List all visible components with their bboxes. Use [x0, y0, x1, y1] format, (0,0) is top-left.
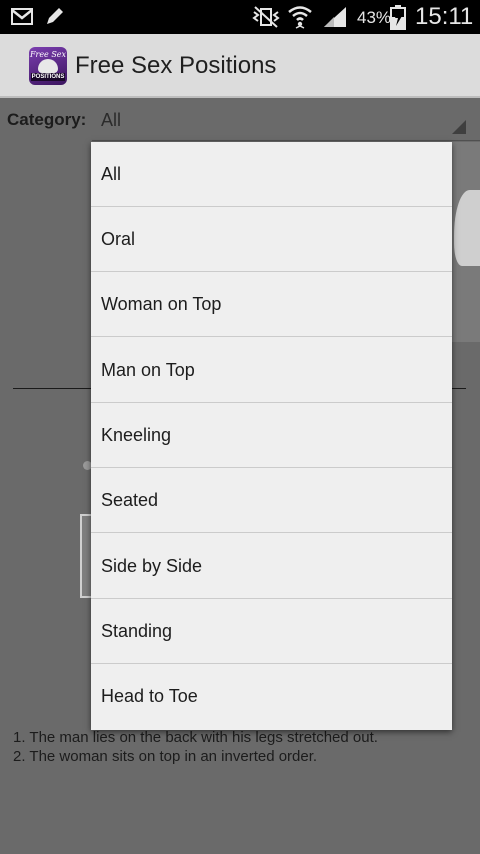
category-spinner-underline: [92, 140, 480, 141]
dropdown-option-head-to-toe[interactable]: Head to Toe: [91, 664, 452, 729]
clock: 15:11: [415, 3, 474, 30]
dropdown-option-label: Oral: [101, 229, 136, 249]
category-spinner-value[interactable]: All: [101, 110, 121, 131]
dropdown-option-label: Seated: [101, 490, 159, 510]
dropdown-option-label: Man on Top: [101, 360, 195, 380]
dropdown-option-label: Woman on Top: [101, 294, 222, 314]
pencil-icon: [44, 5, 66, 32]
mute-vibrate-icon: [250, 6, 282, 33]
dropdown-option-standing[interactable]: Standing: [91, 599, 452, 664]
app-logo-text-top: Free Sex: [29, 50, 67, 59]
category-label: Category:: [7, 110, 87, 129]
dropdown-option-all[interactable]: All: [91, 142, 452, 207]
category-dropdown: All Oral Woman on Top Man on Top Kneelin…: [91, 142, 452, 730]
gmail-icon: [11, 8, 33, 30]
dropdown-option-oral[interactable]: Oral: [91, 207, 452, 272]
dropdown-option-label: Head to Toe: [101, 686, 198, 706]
app-logo-text-bottom: POSITIONS: [31, 73, 65, 81]
battery-icon: [390, 4, 406, 35]
dropdown-option-woman-on-top[interactable]: Woman on Top: [91, 272, 452, 337]
wifi-icon: [287, 4, 313, 35]
app-title: Free Sex Positions: [75, 52, 277, 79]
status-bar: 43% 15:11: [0, 0, 480, 34]
signal-icon: [322, 6, 348, 33]
spinner-arrow-icon[interactable]: [452, 120, 466, 134]
dropdown-option-man-on-top[interactable]: Man on Top: [91, 338, 452, 403]
dropdown-option-kneeling[interactable]: Kneeling: [91, 403, 452, 468]
dropdown-option-seated[interactable]: Seated: [91, 468, 452, 533]
description-line-2: 2. The woman sits on top in an inverted …: [13, 748, 318, 765]
dropdown-option-label: Standing: [101, 621, 173, 641]
dropdown-option-label: All: [101, 164, 122, 184]
description-line-1: 1. The man lies on the back with his leg…: [13, 729, 378, 746]
dropdown-option-label: Side by Side: [101, 556, 203, 576]
app-logo-icon[interactable]: Free Sex POSITIONS: [29, 47, 67, 85]
dropdown-option-side-by-side[interactable]: Side by Side: [91, 534, 452, 599]
app-logo-figure: [38, 59, 58, 73]
battery-percent: 43%: [357, 8, 392, 27]
dropdown-option-label: Kneeling: [101, 425, 172, 445]
